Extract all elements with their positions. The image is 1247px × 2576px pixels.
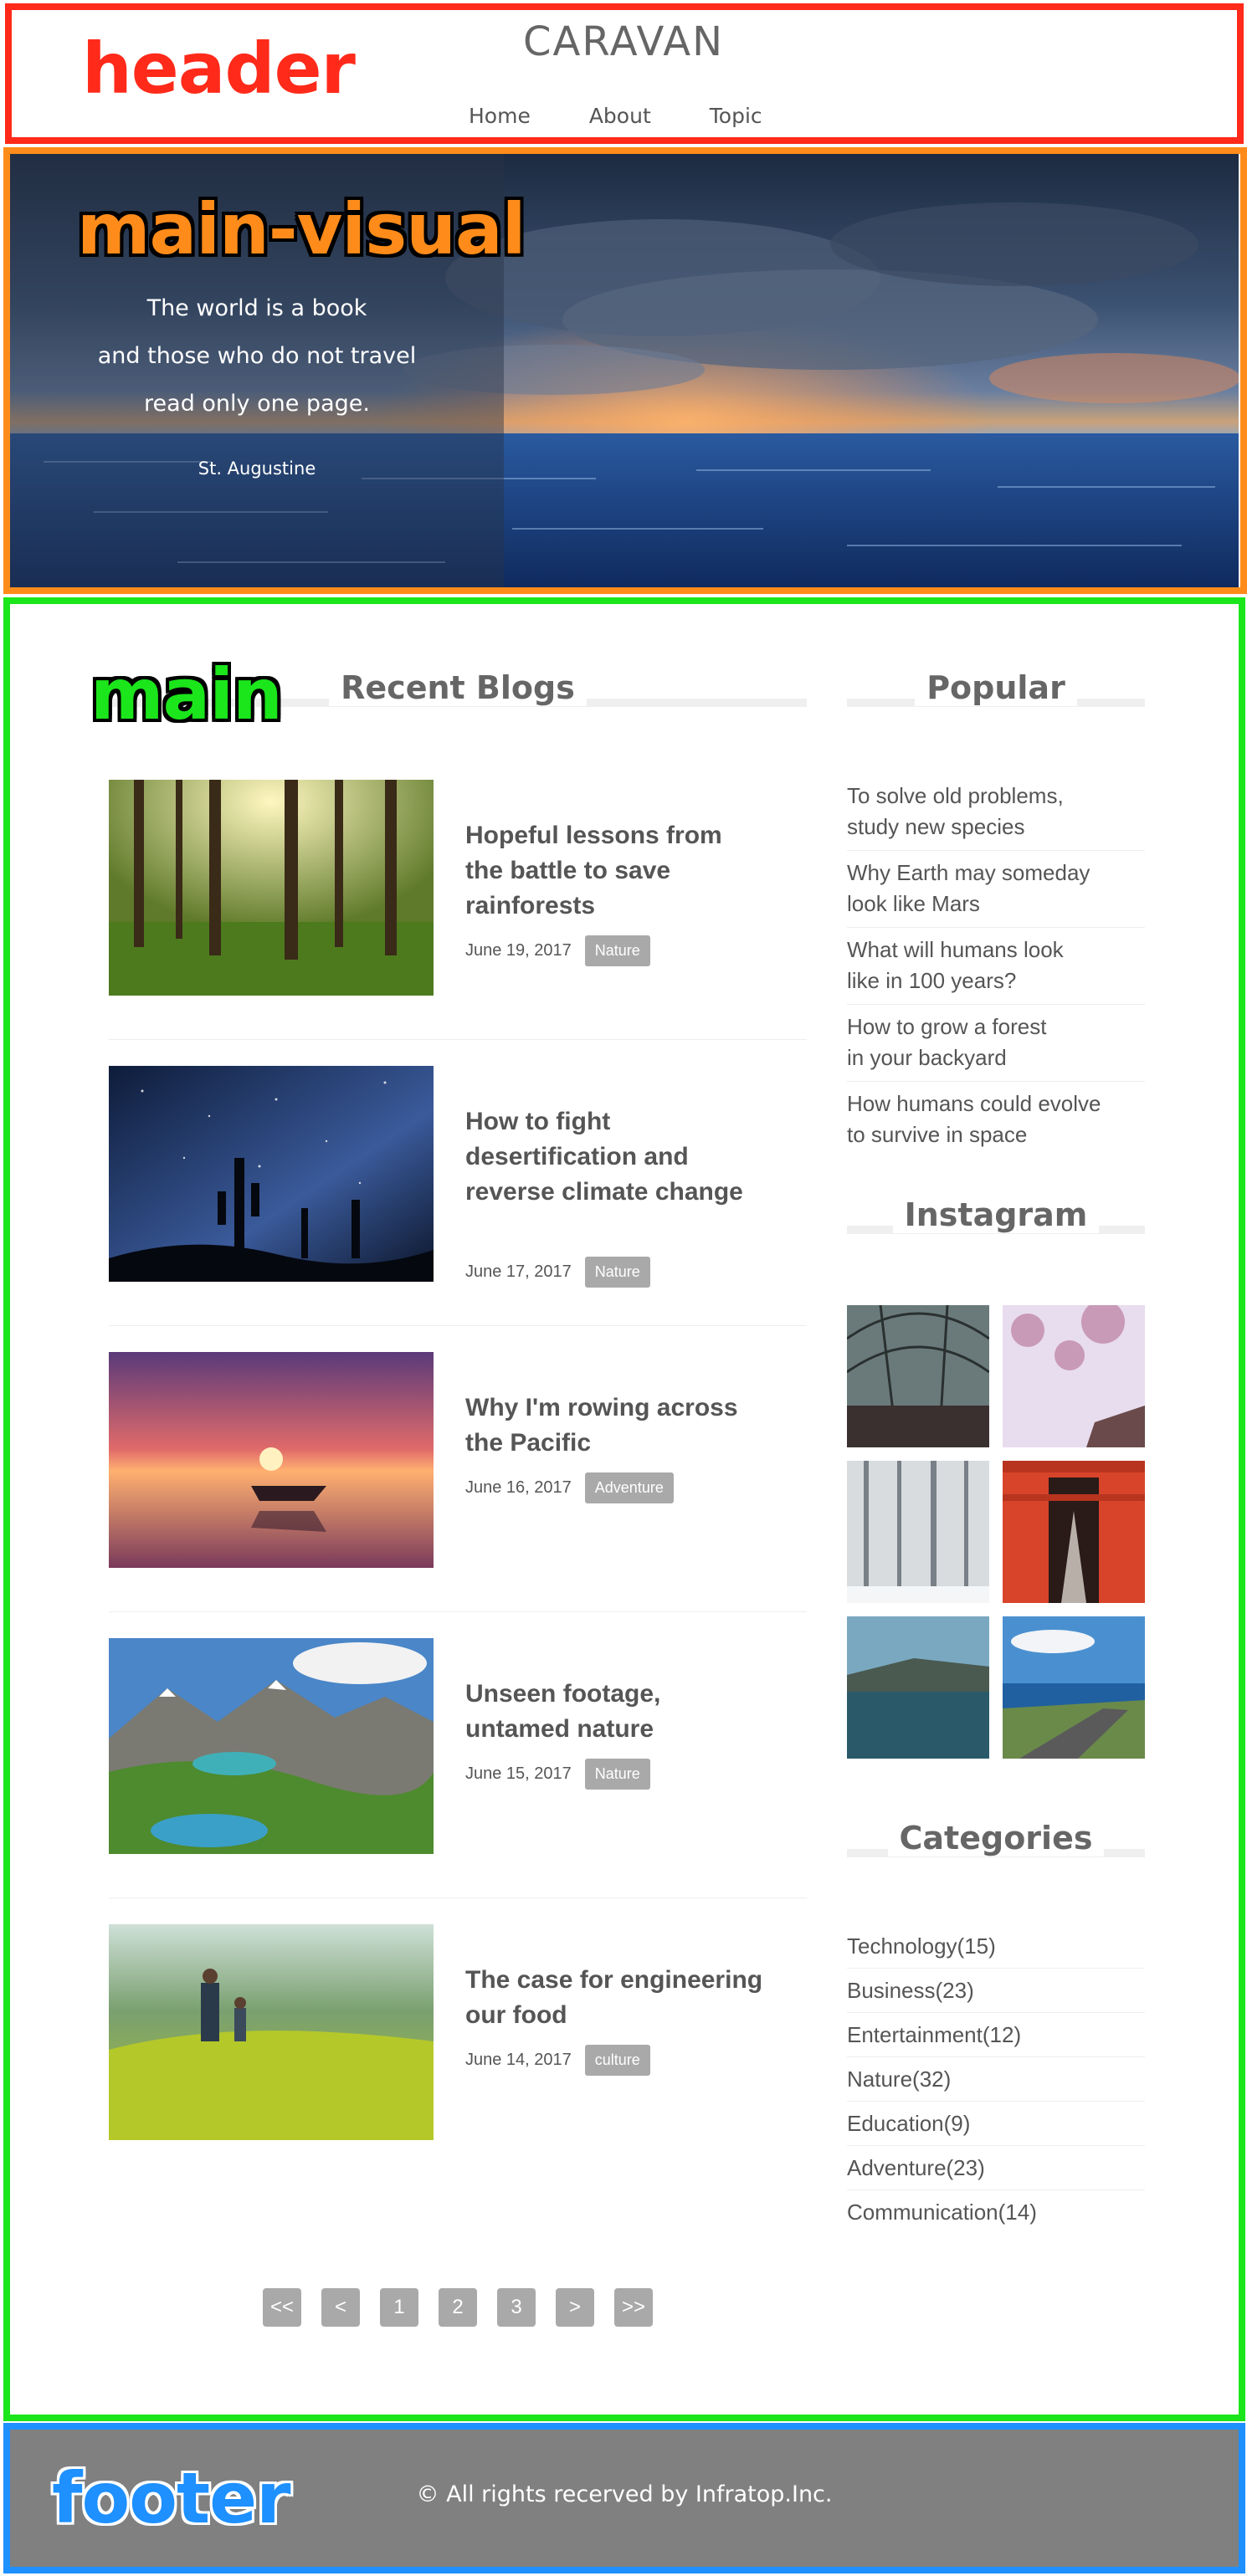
quote-line: read only one page. [144, 391, 370, 417]
post-meta: June 15, 2017 Nature [465, 1759, 650, 1790]
post-title[interactable]: Why I'm rowing across the Pacific [465, 1390, 767, 1461]
footer-annotation-label: footer [52, 2457, 291, 2539]
post-meta: June 16, 2017 Adventure [465, 1472, 674, 1503]
glass-dome-photo[interactable] [847, 1305, 989, 1447]
divider [109, 1325, 807, 1326]
popular-list: To solve old problems, study new species … [847, 774, 1145, 1158]
nav-topic[interactable]: Topic [710, 104, 762, 128]
blog-post[interactable]: Hopeful lessons from the battle to save … [109, 780, 807, 1056]
blog-post[interactable]: Unseen footage, untamed nature June 15, … [109, 1638, 807, 1914]
next-page-button[interactable]: > [556, 2288, 594, 2327]
page-1-button[interactable]: 1 [380, 2288, 418, 2327]
post-tag[interactable]: Adventure [584, 1472, 674, 1503]
popular-item[interactable]: Why Earth may someday look like Mars [847, 851, 1145, 928]
divider [109, 1611, 807, 1612]
hero-quote: The world is a book and those who do not… [10, 284, 504, 428]
post-tag[interactable]: Nature [584, 935, 650, 966]
page-3-button[interactable]: 3 [497, 2288, 536, 2327]
post-date: June 19, 2017 [465, 941, 572, 960]
category-item[interactable]: Nature(32) [847, 2057, 1145, 2102]
night-sky-cactus-photo[interactable] [109, 1066, 434, 1282]
instagram-heading: Instagram [847, 1196, 1145, 1247]
category-item[interactable]: Communication(14) [847, 2190, 1145, 2234]
divider [109, 1039, 807, 1040]
header-annotation-label: header [82, 28, 356, 110]
blog-post[interactable]: Why I'm rowing across the Pacific June 1… [109, 1352, 807, 1628]
torii-gates-photo[interactable] [1003, 1461, 1145, 1603]
post-tag[interactable]: culture [584, 2045, 650, 2076]
category-item[interactable]: Education(9) [847, 2102, 1145, 2146]
category-list: Technology(15) Business(23) Entertainmen… [847, 1924, 1145, 2234]
main-nav: Home About Topic [469, 104, 821, 128]
pagination: << < 1 2 3 > >> [263, 2288, 653, 2327]
category-item[interactable]: Adventure(23) [847, 2146, 1145, 2190]
first-page-button[interactable]: << [263, 2288, 301, 2327]
nav-home[interactable]: Home [469, 104, 531, 128]
coast-road-photo[interactable] [1003, 1616, 1145, 1759]
rice-field-photo[interactable] [109, 1924, 434, 2140]
categories-heading: Categories [847, 1820, 1145, 1870]
post-meta: June 17, 2017 Nature [465, 1257, 650, 1288]
last-page-button[interactable]: >> [614, 2288, 653, 2327]
post-date: June 17, 2017 [465, 1262, 572, 1281]
category-item[interactable]: Business(23) [847, 1969, 1145, 2013]
quote-line: and those who do not travel [97, 343, 417, 369]
blog-post[interactable]: The case for engineering our food June 1… [109, 1924, 807, 2150]
category-item[interactable]: Technology(15) [847, 1924, 1145, 1969]
quote-line: The world is a book [146, 295, 367, 321]
forest-photo[interactable] [109, 780, 434, 996]
category-item[interactable]: Entertainment(12) [847, 2013, 1145, 2057]
nav-about[interactable]: About [589, 104, 651, 128]
quote-author: St. Augustine [198, 458, 316, 479]
popular-item[interactable]: How humans could evolve to survive in spa… [847, 1082, 1145, 1158]
post-meta: June 14, 2017 culture [465, 2045, 650, 2076]
post-title[interactable]: Hopeful lessons from the battle to save … [465, 818, 767, 924]
post-date: June 14, 2017 [465, 2051, 572, 2069]
popular-item[interactable]: To solve old problems, study new species [847, 774, 1145, 851]
snowy-forest-photo[interactable] [847, 1461, 989, 1603]
coastal-lake-photo[interactable] [847, 1616, 989, 1759]
prev-page-button[interactable]: < [321, 2288, 360, 2327]
main-visual-annotation-label: main-visual [77, 188, 526, 270]
post-tag[interactable]: Nature [584, 1257, 650, 1288]
post-title[interactable]: How to fight desertification and reverse… [465, 1104, 767, 1210]
cherry-blossom-photo[interactable] [1003, 1305, 1145, 1447]
post-date: June 15, 2017 [465, 1764, 572, 1783]
popular-item[interactable]: What will humans look like in 100 years? [847, 928, 1145, 1005]
divider [109, 1897, 807, 1898]
page-2-button[interactable]: 2 [439, 2288, 477, 2327]
blog-post[interactable]: How to fight desertification and reverse… [109, 1066, 807, 1342]
post-date: June 16, 2017 [465, 1478, 572, 1497]
post-title[interactable]: The case for engineering our food [465, 1963, 767, 2033]
instagram-grid [847, 1305, 1145, 1759]
mountain-lake-photo[interactable] [109, 1638, 434, 1854]
popular-item[interactable]: How to grow a forest in your backyard [847, 1005, 1145, 1082]
sunset-boat-photo[interactable] [109, 1352, 434, 1568]
popular-heading: Popular [847, 669, 1145, 720]
post-title[interactable]: Unseen footage, untamed nature [465, 1677, 767, 1747]
post-tag[interactable]: Nature [584, 1759, 650, 1790]
main-annotation-label: main [90, 653, 283, 735]
post-meta: June 19, 2017 Nature [465, 935, 650, 966]
